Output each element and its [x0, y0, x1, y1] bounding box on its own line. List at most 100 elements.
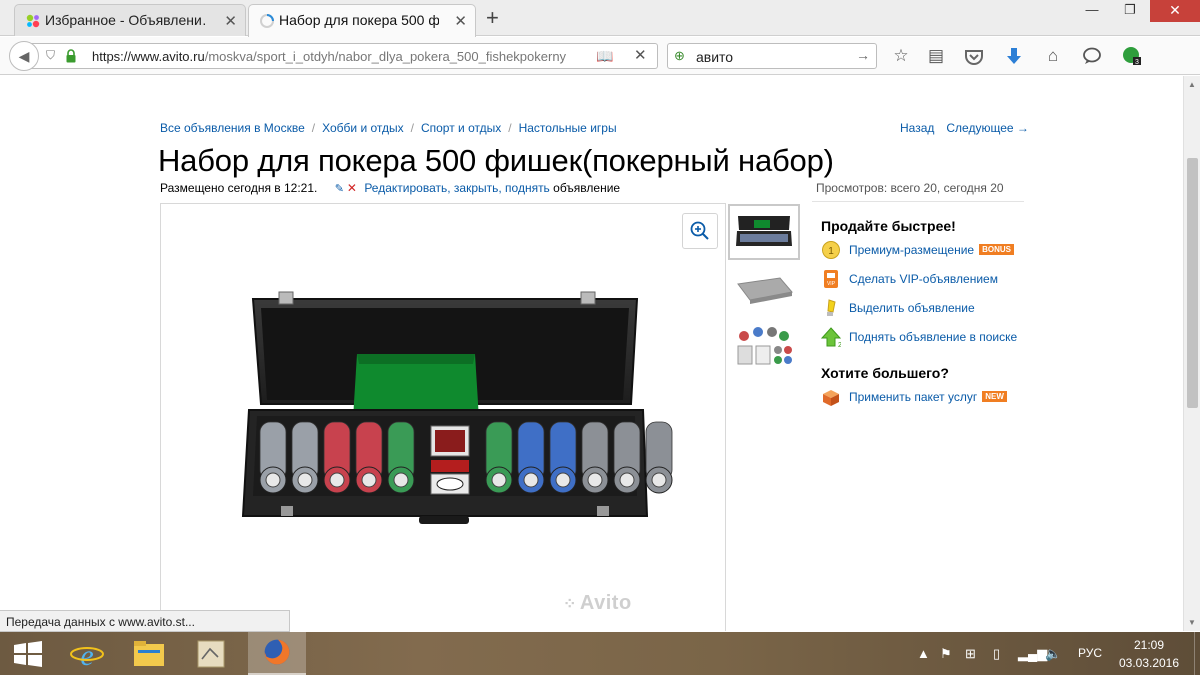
- breadcrumb-separator: /: [410, 121, 414, 135]
- zoom-button[interactable]: [682, 213, 718, 249]
- scroll-down-icon[interactable]: ▼: [1188, 618, 1196, 627]
- search-bar[interactable]: ⊕ авито →: [667, 43, 877, 69]
- shield-icon[interactable]: ⛉: [46, 48, 55, 63]
- breadcrumb-separator: /: [311, 121, 316, 135]
- url-text[interactable]: https://www.avito.ru/moskva/sport_i_otdy…: [92, 49, 582, 64]
- window-close-icon[interactable]: ✕: [1150, 0, 1200, 22]
- tab-poker-set[interactable]: Набор для покера 500 ф… ✕: [248, 4, 476, 37]
- item-label: Применить пакет услуг: [849, 390, 978, 404]
- chip-center: [619, 472, 635, 488]
- network-icon[interactable]: ▂▄▆: [1018, 646, 1047, 662]
- want-more-heading: Хотите большего?: [821, 365, 949, 381]
- browser-tab-bar: Избранное - Объявлени… ✕ Набор для покер…: [0, 0, 1200, 37]
- chip-center: [587, 472, 603, 488]
- zoom-in-icon: [690, 221, 709, 240]
- breadcrumb-link[interactable]: Настольные игры: [519, 121, 617, 135]
- chip-center: [329, 472, 345, 488]
- breadcrumb-link[interactable]: Хобби и отдых: [322, 121, 404, 135]
- thumbnail-chip-set[interactable]: [728, 320, 800, 376]
- show-desktop-button[interactable]: [1194, 632, 1200, 675]
- delete-cross-icon[interactable]: ✕: [347, 181, 357, 195]
- reading-list-icon[interactable]: ▤: [925, 45, 947, 67]
- tab-close-icon[interactable]: ✕: [454, 12, 467, 30]
- next-link[interactable]: Следующее →: [946, 121, 1029, 135]
- firefox-taskbar-icon[interactable]: [248, 632, 306, 675]
- avito-logo-icon: ⁘: [563, 596, 577, 613]
- package-label[interactable]: Применить пакет услуг NEW: [849, 390, 1007, 404]
- tab-label: Набор для покера 500 ф…: [279, 12, 439, 28]
- home-icon[interactable]: ⌂: [1042, 45, 1064, 67]
- bookmark-star-icon[interactable]: ☆: [890, 45, 912, 67]
- search-engine-icon[interactable]: ⊕: [674, 48, 685, 64]
- highlight-label[interactable]: Выделить объявление: [849, 301, 975, 315]
- url-path: /moskva/sport_i_otdyh/nabor_dlya_pokera_…: [204, 49, 567, 64]
- notes-app-icon[interactable]: [182, 632, 240, 675]
- raise-arrow-icon: 2: [821, 327, 841, 347]
- loading-spinner-icon: [260, 14, 274, 28]
- tray-expand-icon[interactable]: ▲: [917, 646, 930, 661]
- breadcrumb-separator: /: [508, 121, 512, 135]
- stop-loading-icon[interactable]: ✕: [634, 46, 647, 64]
- search-go-icon[interactable]: →: [856, 47, 870, 63]
- windows-start-icon[interactable]: [0, 632, 58, 675]
- reader-view-icon[interactable]: 📖: [596, 48, 613, 65]
- tab-favorites[interactable]: Избранное - Объявлени… ✕: [14, 4, 246, 36]
- edit-close-raise-link[interactable]: Редактировать, закрыть, поднять: [364, 181, 549, 195]
- svg-text:2: 2: [838, 342, 841, 347]
- search-input[interactable]: авито: [696, 49, 733, 65]
- scroll-thumb[interactable]: [1187, 158, 1198, 408]
- pencil-icon[interactable]: ✎: [335, 183, 344, 195]
- internet-explorer-icon[interactable]: e: [58, 632, 116, 675]
- svg-text:3: 3: [1135, 59, 1139, 66]
- back-link[interactable]: Назад: [900, 121, 934, 135]
- vip-label[interactable]: Сделать VIP-объявлением: [849, 272, 998, 286]
- minimize-icon[interactable]: —: [1074, 0, 1110, 22]
- breadcrumb: Все объявления в Москве / Хобби и отдых / Сп…: [160, 121, 617, 135]
- chip-center: [265, 472, 281, 488]
- windows-grid-icon[interactable]: ⊞: [965, 646, 976, 662]
- chat-icon[interactable]: [1082, 47, 1102, 65]
- thumbnail-image: [737, 277, 793, 304]
- package-box-icon: [823, 390, 839, 406]
- language-indicator[interactable]: РУС: [1078, 646, 1102, 660]
- main-photo[interactable]: ⁘ Avito: [160, 203, 726, 631]
- divider: [812, 201, 1024, 202]
- chip-center: [555, 472, 571, 488]
- tab-close-icon[interactable]: ✕: [224, 12, 237, 30]
- url-bar[interactable]: ⛉ https://www.avito.ru/moskva/sport_i_ot…: [30, 43, 658, 69]
- item-label: Премиум-размещение: [849, 243, 975, 257]
- pocket-icon[interactable]: [964, 49, 984, 65]
- thumbnail-case-closed[interactable]: [728, 264, 800, 320]
- new-tab-button[interactable]: +: [486, 5, 499, 31]
- breadcrumb-link[interactable]: Спорт и отдых: [421, 121, 501, 135]
- clock-date[interactable]: 03.03.2016: [1113, 656, 1185, 670]
- page-scrollbar[interactable]: ▲ ▼: [1183, 76, 1200, 631]
- breadcrumb-link[interactable]: Все объявления в Москве: [160, 121, 305, 135]
- extension-icon[interactable]: 3: [1122, 46, 1142, 66]
- scroll-up-icon[interactable]: ▲: [1188, 80, 1196, 89]
- download-icon[interactable]: [1004, 46, 1024, 66]
- lock-icon[interactable]: [66, 49, 76, 63]
- battery-icon[interactable]: ▯: [993, 646, 1000, 662]
- chip-center: [297, 472, 313, 488]
- svg-text:1: 1: [828, 246, 834, 257]
- sell-faster-heading: Продайте быстрее!: [821, 218, 956, 234]
- listing-navigation: Назад Следующее →: [900, 121, 1041, 135]
- avito-favicon-icon: [26, 14, 40, 28]
- volume-icon[interactable]: 🔈: [1045, 646, 1061, 662]
- maximize-icon[interactable]: ❐: [1112, 0, 1148, 22]
- back-button[interactable]: ◀: [9, 41, 39, 71]
- vip-icon: VIP: [824, 270, 838, 288]
- chip-center: [651, 472, 667, 488]
- tab-label: Избранное - Объявлени…: [45, 12, 205, 28]
- svg-text:e: e: [80, 639, 93, 672]
- premium-placement-label[interactable]: Премиум-размещение BONUS: [849, 243, 1014, 257]
- raise-label[interactable]: Поднять объявление в поиске: [849, 330, 1017, 344]
- thumbnail-case-open[interactable]: [728, 204, 800, 260]
- svg-text:VIP: VIP: [827, 281, 836, 287]
- flag-icon[interactable]: ⚑: [940, 646, 952, 662]
- chip-center: [393, 472, 409, 488]
- listing-meta: Размещено сегодня в 12:21. ✎ ✕ Редактиров…: [160, 181, 620, 195]
- clock-time[interactable]: 21:09: [1118, 638, 1180, 652]
- file-explorer-icon[interactable]: [120, 632, 178, 675]
